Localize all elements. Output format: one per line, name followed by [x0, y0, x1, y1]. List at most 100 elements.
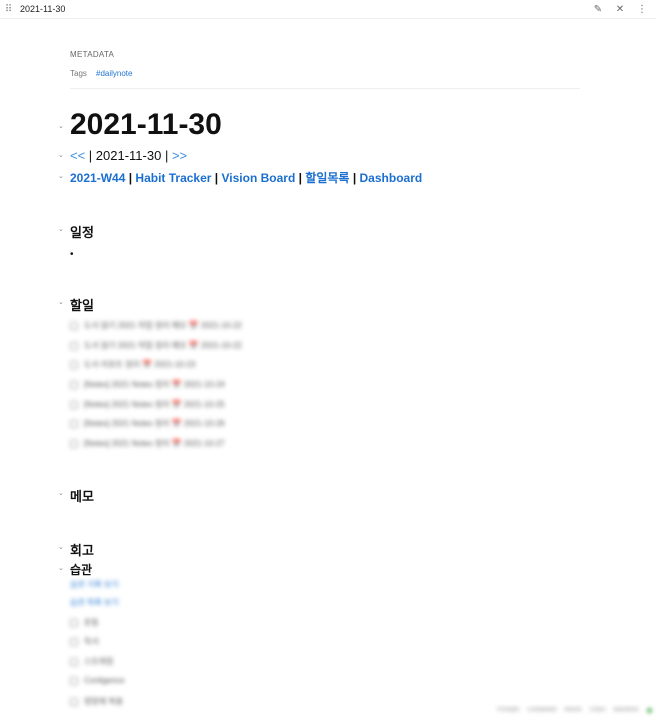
habit-item: 독서 — [70, 636, 99, 647]
schedule-bullet: • — [70, 244, 74, 262]
tab-header: ⠿ 2021-11-30 ✎ ✕ ⋮ — [0, 0, 656, 19]
task-checkbox[interactable] — [70, 360, 78, 369]
memo-heading-block: ⌄ 메모 — [58, 486, 94, 505]
nav-line-block: ⌄ << | 2021-11-30 | >> — [58, 148, 187, 163]
metadata-tags-row: Tags #dailynote — [70, 69, 580, 78]
tags-label: Tags — [70, 69, 87, 78]
app-window: ⠿ 2021-11-30 ✎ ✕ ⋮ METADATA Tags #dailyn… — [0, 0, 656, 720]
task-checkbox[interactable] — [70, 380, 78, 389]
memo-heading: 메모 — [70, 489, 94, 504]
status-item: Words — [564, 707, 582, 713]
close-icon[interactable]: ✕ — [614, 4, 626, 15]
habit-heading: 습관 — [70, 563, 93, 577]
links-line-block: ⌄ 2021-W44 | Habit Tracker | Vision Boar… — [58, 169, 422, 186]
task-item: [Notes] 2021 Notes 정리 📅 2021-10-25 — [70, 399, 225, 410]
next-day-link[interactable]: >> — [172, 148, 187, 163]
task-checkbox[interactable] — [70, 400, 78, 409]
task-item: 도서 읽기 2021 작업 정리 메모 📅 2021-10-22 — [70, 340, 242, 351]
habit-heading-block: ⌄ 습관 — [58, 561, 93, 578]
task-item: 도서 리포트 정리 📅 2021-10-23 — [70, 359, 195, 370]
habit-item: Contigence — [70, 676, 124, 685]
habit-text: 운동 — [84, 618, 99, 627]
metadata-divider — [70, 88, 580, 89]
drag-handle-icon[interactable]: ⠿ — [0, 4, 16, 15]
habit-checkbox[interactable] — [70, 657, 78, 666]
status-item: Prompts — [497, 707, 520, 713]
habit-checkbox[interactable] — [70, 676, 78, 685]
link-vision-board[interactable]: Vision Board — [221, 171, 295, 185]
task-item: 도서 읽기 2021 작업 정리 메모 📅 2021-10-22 — [70, 320, 242, 331]
page-title: 2021-11-30 — [70, 108, 222, 141]
habit-item: 영양제 복용 — [70, 696, 123, 707]
task-item: [Notes] 2021 Notes 정리 📅 2021-10-26 — [70, 418, 225, 429]
fold-chevron-icon[interactable]: ⌄ — [58, 298, 64, 306]
task-text: [Notes] 2021 Notes 정리 📅 2021-10-25 — [84, 400, 225, 409]
status-item: Completed — [527, 707, 557, 713]
habit-item: 스트레칭 — [70, 656, 113, 667]
habit-link[interactable]: 습관 목록 보기 — [70, 597, 119, 608]
habit-link[interactable]: 습관 기록 보기 — [70, 579, 119, 590]
tab-actions: ✎ ✕ ⋮ — [592, 4, 648, 15]
fold-chevron-icon[interactable]: ⌄ — [58, 172, 64, 180]
metadata-section: METADATA Tags #dailynote — [70, 50, 580, 89]
edit-icon[interactable]: ✎ — [592, 4, 604, 15]
schedule-heading-block: ⌄ 일정 — [58, 222, 94, 241]
link-separator: | — [211, 171, 222, 185]
status-bar: Prompts Completed Words Chars Backlinks — [497, 704, 652, 716]
nav-line: << | 2021-11-30 | >> — [70, 148, 187, 163]
bullet-point: • — [70, 249, 74, 260]
habit-checkbox[interactable] — [70, 637, 78, 646]
heading-title-block: ⌄ 2021-11-30 — [58, 108, 222, 142]
task-checkbox[interactable] — [70, 419, 78, 428]
link-habit-tracker[interactable]: Habit Tracker — [135, 171, 211, 185]
task-checkbox[interactable] — [70, 321, 78, 330]
link-todo-list[interactable]: 할일목록 — [305, 171, 349, 185]
link-separator: | — [295, 171, 306, 185]
nav-separator: | — [85, 148, 96, 163]
task-text: [Notes] 2021 Notes 정리 📅 2021-10-27 — [84, 439, 225, 448]
task-text: 도서 읽기 2021 작업 정리 메모 📅 2021-10-22 — [84, 321, 242, 330]
review-heading-block: ⌄ 회고 — [58, 540, 94, 559]
link-week[interactable]: 2021-W44 — [70, 171, 125, 185]
task-text: 도서 읽기 2021 작업 정리 메모 📅 2021-10-22 — [84, 341, 242, 350]
todo-heading: 할일 — [70, 298, 94, 313]
fold-chevron-icon[interactable]: ⌄ — [58, 225, 64, 233]
task-checkbox[interactable] — [70, 439, 78, 448]
status-item: Chars — [589, 707, 606, 713]
habit-text: 영양제 복용 — [84, 697, 124, 706]
fold-chevron-icon[interactable]: ⌄ — [58, 122, 64, 130]
schedule-heading: 일정 — [70, 225, 94, 240]
task-text: [Notes] 2021 Notes 정리 📅 2021-10-24 — [84, 380, 225, 389]
task-text: 도서 리포트 정리 📅 2021-10-23 — [84, 360, 196, 369]
habit-text: 독서 — [84, 637, 99, 646]
habit-checkbox[interactable] — [70, 618, 78, 627]
habit-item: 운동 — [70, 617, 99, 628]
prev-day-link[interactable]: << — [70, 148, 85, 163]
nav-separator: | — [161, 148, 172, 163]
review-heading: 회고 — [70, 543, 94, 558]
fold-chevron-icon[interactable]: ⌄ — [58, 489, 64, 497]
link-separator: | — [125, 171, 136, 185]
task-checkbox[interactable] — [70, 341, 78, 350]
link-dashboard[interactable]: Dashboard — [360, 171, 423, 185]
status-item: Backlinks — [613, 707, 639, 713]
current-date: 2021-11-30 — [95, 148, 162, 163]
task-item: [Notes] 2021 Notes 정리 📅 2021-10-24 — [70, 379, 225, 390]
habit-text: 스트레칭 — [84, 657, 114, 666]
link-separator: | — [349, 171, 360, 185]
metadata-title: METADATA — [70, 50, 115, 59]
note-content: METADATA Tags #dailynote — [70, 18, 580, 89]
more-options-icon[interactable]: ⋮ — [636, 4, 648, 15]
fold-chevron-icon[interactable]: ⌄ — [58, 564, 64, 572]
todo-heading-block: ⌄ 할일 — [58, 295, 94, 314]
sync-status-icon[interactable] — [647, 707, 652, 713]
task-item: [Notes] 2021 Notes 정리 📅 2021-10-27 — [70, 438, 225, 449]
tab-title[interactable]: 2021-11-30 — [20, 4, 65, 14]
task-text: [Notes] 2021 Notes 정리 📅 2021-10-26 — [84, 419, 225, 428]
fold-chevron-icon[interactable]: ⌄ — [58, 543, 64, 551]
links-line: 2021-W44 | Habit Tracker | Vision Board … — [70, 169, 422, 186]
habit-checkbox[interactable] — [70, 697, 78, 706]
fold-chevron-icon[interactable]: ⌄ — [58, 151, 64, 159]
habit-text: Contigence — [84, 676, 125, 685]
tag-dailynote[interactable]: #dailynote — [96, 69, 132, 78]
